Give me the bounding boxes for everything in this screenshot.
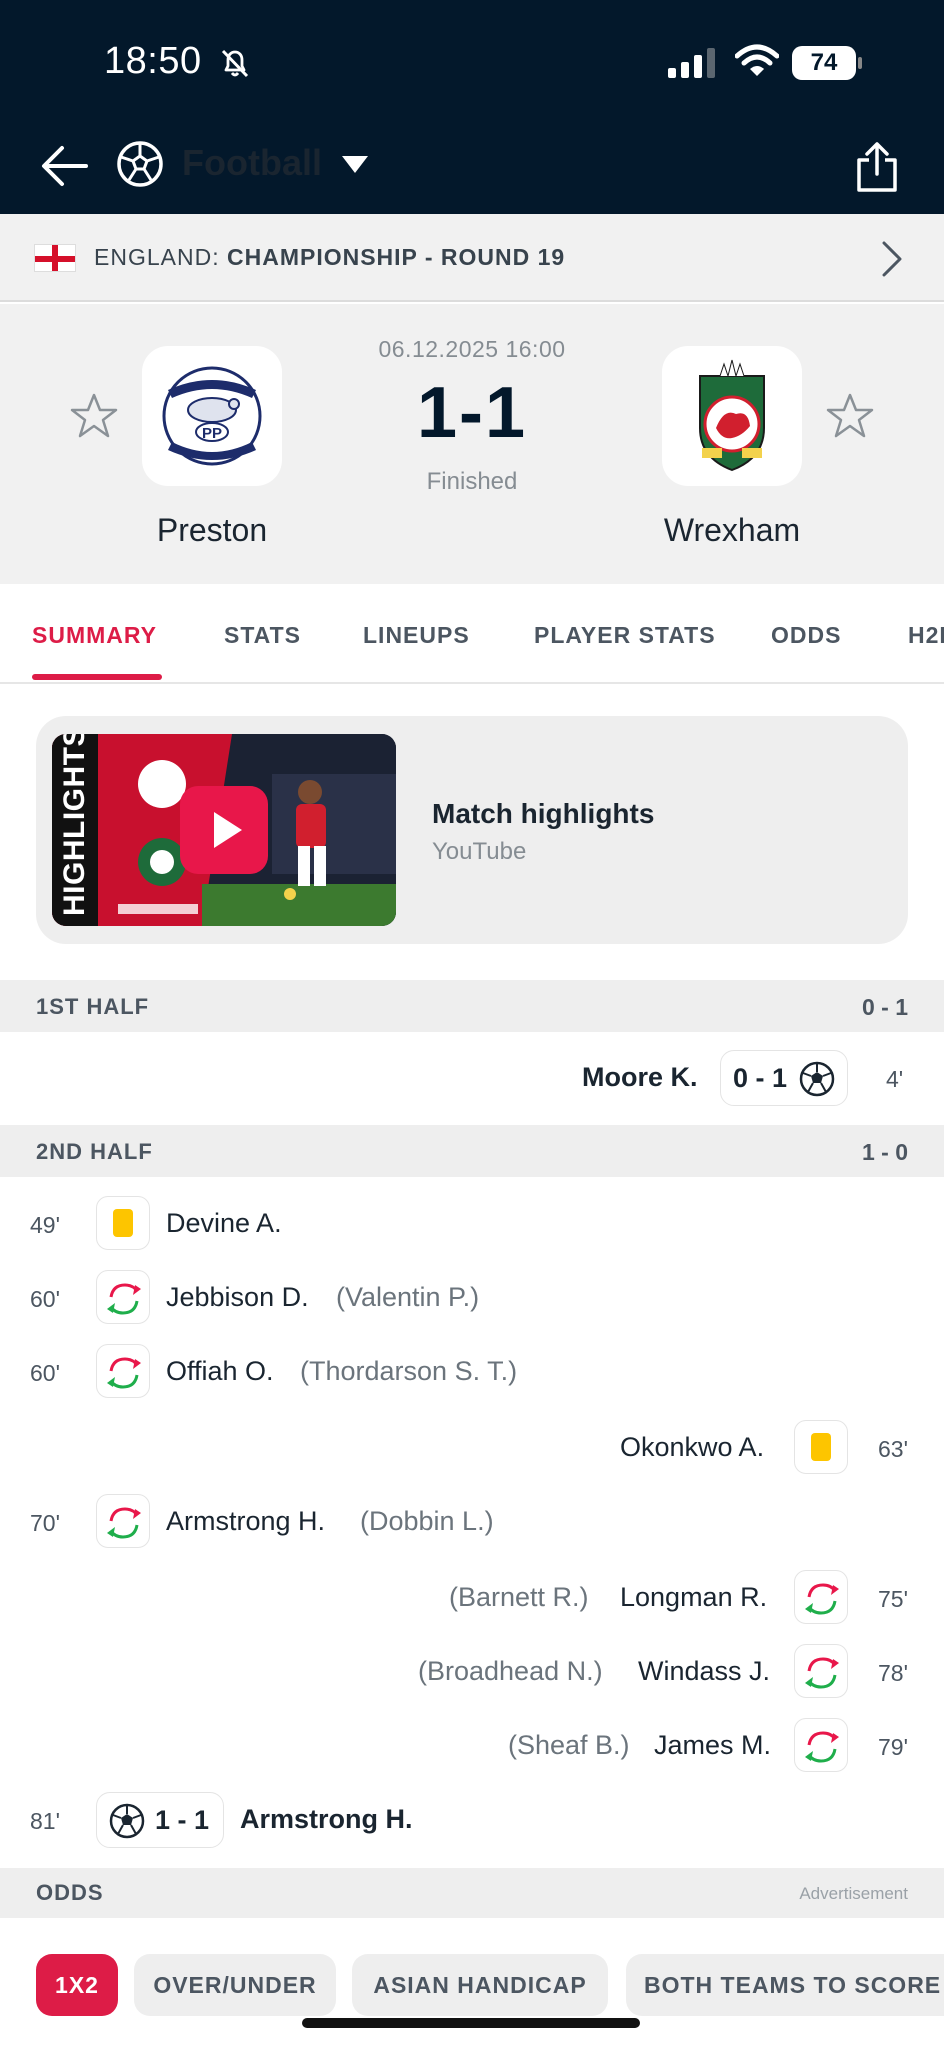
england-flag-icon — [34, 244, 76, 272]
chevron-right-icon[interactable] — [880, 240, 904, 278]
odds-tab-asian-handicap[interactable]: ASIAN HANDICAP — [352, 1954, 608, 2016]
home-team-crest[interactable]: PP — [142, 346, 282, 486]
match-status: Finished — [426, 468, 518, 495]
substitution-icon — [96, 1344, 150, 1398]
tab-summary[interactable]: SUMMARY — [32, 622, 157, 649]
incident-sub-player[interactable]: (Broadhead N.) — [418, 1656, 603, 1687]
home-team-name[interactable]: Preston — [82, 512, 342, 549]
incident-player[interactable]: Moore K. — [582, 1062, 698, 1093]
signal-icon — [668, 48, 715, 78]
incident-minute: 60' — [30, 1286, 60, 1312]
incident-minute: 63' — [878, 1436, 908, 1462]
favorite-star-icon[interactable] — [70, 392, 118, 440]
yellow-card-icon — [96, 1196, 150, 1250]
period-score: 0 - 1 — [861, 994, 908, 1020]
substitution-icon — [794, 1570, 848, 1624]
incident-player[interactable]: James M. — [654, 1730, 771, 1761]
caret-down-icon[interactable] — [342, 156, 368, 174]
preston-crest-icon: PP — [162, 366, 262, 466]
match-score: 1-1 — [416, 373, 528, 453]
incident-player[interactable]: Okonkwo A. — [620, 1432, 764, 1463]
incident-sub-player[interactable]: (Sheaf B.) — [508, 1730, 630, 1761]
incident-sub-player[interactable]: (Valentin P.) — [336, 1282, 479, 1313]
tab-lineups[interactable]: LINEUPS — [363, 622, 470, 649]
incident-sub-player[interactable]: (Thordarson S. T.) — [300, 1356, 517, 1387]
incident-player[interactable]: Windass J. — [638, 1656, 770, 1687]
incident-player[interactable]: Devine A. — [166, 1208, 282, 1239]
incident-sub-player[interactable]: (Barnett R.) — [449, 1582, 589, 1613]
league-country: ENGLAND: — [94, 244, 220, 270]
goal-score-pill: 0 - 1 — [720, 1050, 848, 1106]
bell-muted-icon — [221, 49, 249, 78]
tab-h2h[interactable]: H2H — [908, 622, 944, 649]
odds-tab-both-teams-to-score[interactable]: BOTH TEAMS TO SCORE — [626, 1954, 944, 2016]
incident-minute: 81' — [30, 1808, 60, 1834]
odds-title: ODDS — [36, 1880, 104, 1905]
sport-selector[interactable]: Football — [182, 142, 322, 184]
highlights-title[interactable]: Match highlights — [432, 798, 654, 830]
away-team-crest[interactable] — [662, 346, 802, 486]
yellow-card-icon — [794, 1420, 848, 1474]
incident-minute: 78' — [878, 1660, 908, 1686]
favorite-star-icon[interactable] — [826, 392, 874, 440]
away-team-name[interactable]: Wrexham — [602, 512, 862, 549]
incident-player[interactable]: Armstrong H. — [166, 1506, 325, 1537]
substitution-icon — [794, 1644, 848, 1698]
substitution-icon — [96, 1494, 150, 1548]
period-header: 2ND HALF 1 - 0 — [0, 1125, 944, 1177]
incident-sub-player[interactable]: (Dobbin L.) — [360, 1506, 494, 1537]
play-button-icon[interactable] — [180, 786, 268, 874]
period-score: 1 - 0 — [861, 1139, 908, 1165]
incident-minute: 60' — [30, 1360, 60, 1386]
incident-player[interactable]: Jebbison D. — [166, 1282, 309, 1313]
incident-player[interactable]: Longman R. — [620, 1582, 767, 1613]
goal-score-pill: 1 - 1 — [96, 1792, 224, 1848]
wifi-icon — [735, 44, 779, 76]
goal-ball-icon — [109, 1803, 145, 1839]
advertisement-label: Advertisement — [799, 1884, 908, 1903]
battery-level: 74 — [792, 46, 856, 80]
substitution-icon — [794, 1718, 848, 1772]
active-tab-indicator — [32, 674, 162, 680]
incident-minute: 70' — [30, 1510, 60, 1536]
tab-stats[interactable]: STATS — [224, 622, 301, 649]
incident-minute: 49' — [30, 1212, 60, 1238]
svg-text:PP: PP — [202, 425, 222, 442]
tab-odds[interactable]: ODDS — [771, 622, 841, 649]
odds-tab-1x2[interactable]: 1X2 — [36, 1954, 118, 2016]
match-datetime: 06.12.2025 16:00 — [378, 336, 566, 362]
highlights-badge: HIGHLIGHTS — [58, 734, 91, 916]
status-time: 18:50 — [104, 40, 202, 82]
league-title[interactable]: ENGLAND: CHAMPIONSHIP - ROUND 19 — [94, 244, 565, 271]
incident-minute: 79' — [878, 1734, 908, 1760]
football-icon — [117, 141, 163, 187]
period-header: 1ST HALF 0 - 1 — [0, 980, 944, 1032]
goal-ball-icon — [799, 1061, 835, 1097]
share-icon[interactable] — [852, 140, 902, 194]
odds-tab-over-under[interactable]: OVER/UNDER — [134, 1954, 336, 2016]
wrexham-crest-icon — [699, 359, 765, 472]
tab-player-stats[interactable]: PLAYER STATS — [534, 622, 716, 649]
back-arrow-icon[interactable] — [40, 144, 90, 188]
goal-score: 1 - 1 — [155, 1805, 210, 1835]
incident-player[interactable]: Offiah O. — [166, 1356, 274, 1387]
incident-minute: 75' — [878, 1586, 908, 1612]
home-indicator[interactable] — [302, 2018, 640, 2028]
goal-score: 0 - 1 — [733, 1063, 788, 1093]
incident-player[interactable]: Armstrong H. — [240, 1804, 413, 1835]
period-name: 1ST HALF — [36, 994, 150, 1019]
highlights-source: YouTube — [432, 838, 527, 865]
period-name: 2ND HALF — [36, 1139, 153, 1164]
incident-minute: 4' — [886, 1066, 904, 1092]
league-competition: CHAMPIONSHIP - ROUND 19 — [226, 244, 566, 270]
battery-icon: 74 — [792, 46, 862, 80]
highlights-thumbnail[interactable]: HIGHLIGHTS — [52, 734, 396, 926]
substitution-icon — [96, 1270, 150, 1324]
